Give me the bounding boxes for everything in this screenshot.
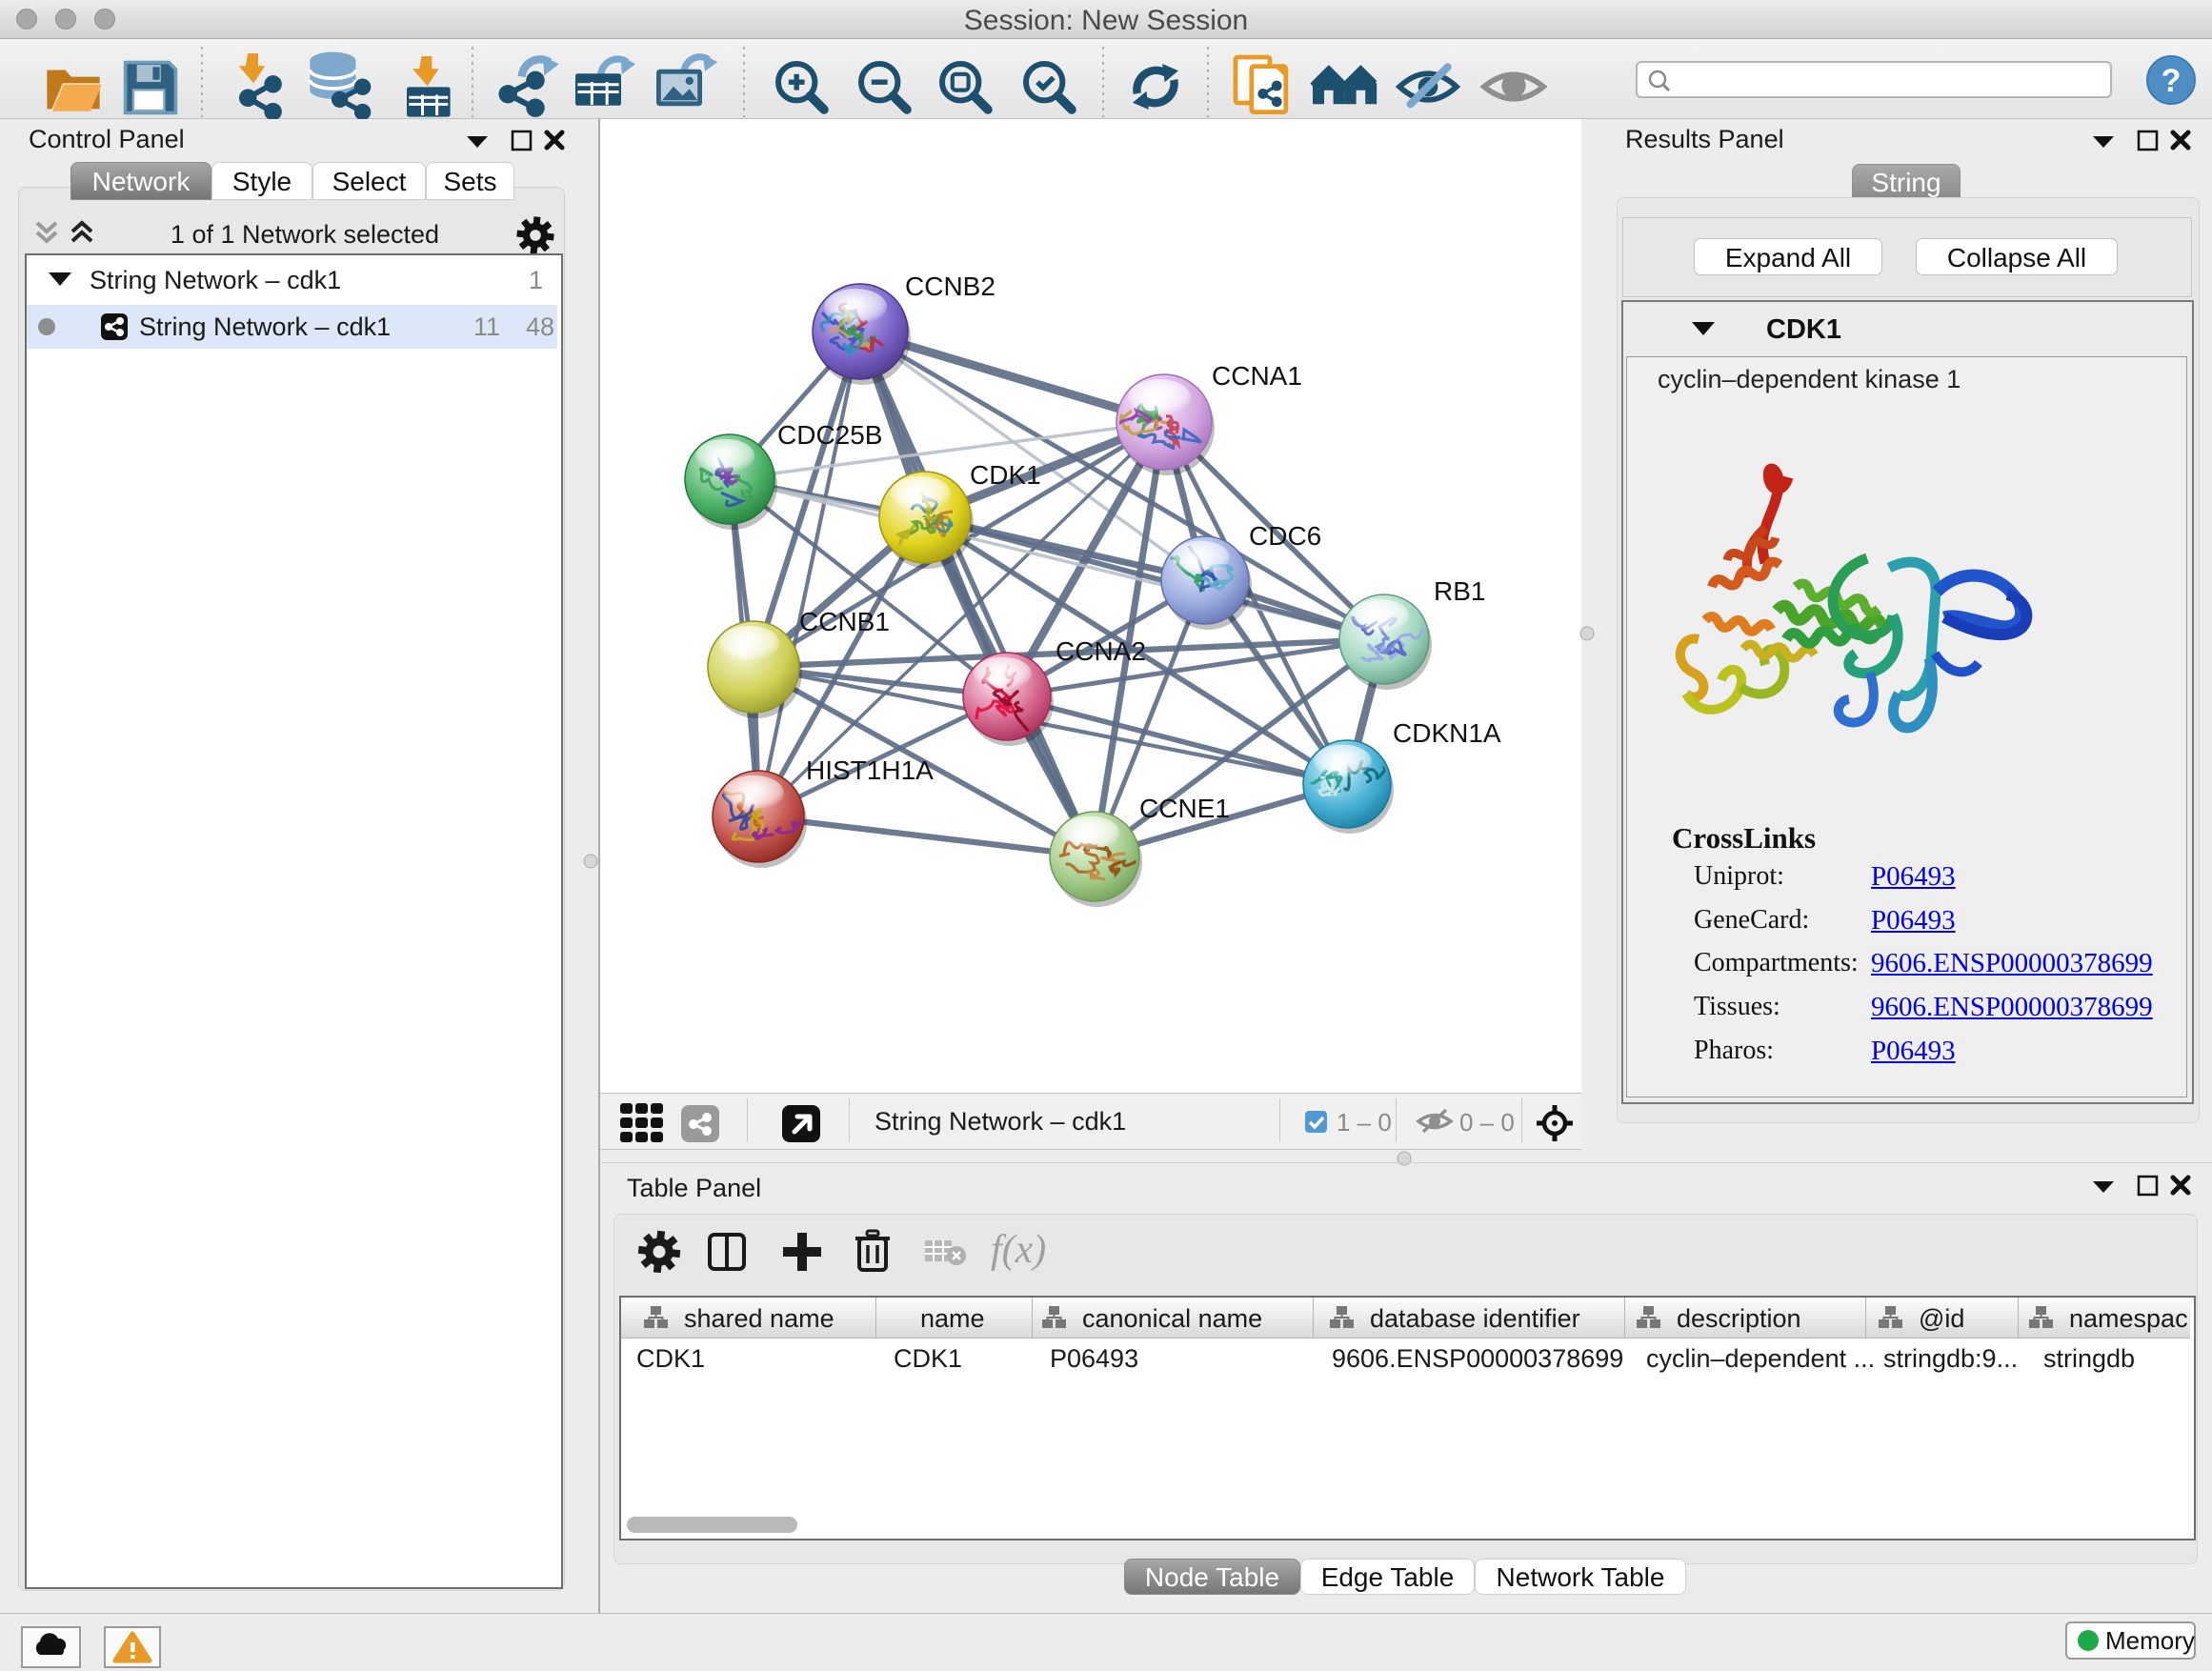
svg-text:CCNE1: CCNE1: [1139, 794, 1230, 823]
svg-text:CCNA1: CCNA1: [1212, 361, 1302, 391]
svg-text:?: ?: [2162, 63, 2182, 99]
svg-text:CCNA2: CCNA2: [1056, 636, 1146, 666]
svg-text:RB1: RB1: [1434, 576, 1485, 606]
svg-text:CCNB1: CCNB1: [799, 607, 890, 636]
svg-text:CDC25B: CDC25B: [777, 420, 882, 450]
svg-text:CDC6: CDC6: [1249, 521, 1321, 551]
svg-text:HIST1H1A: HIST1H1A: [806, 755, 934, 785]
svg-text:CDKN1A: CDKN1A: [1393, 718, 1501, 748]
svg-text:CCNB2: CCNB2: [905, 272, 995, 301]
svg-text:CDK1: CDK1: [970, 460, 1041, 490]
